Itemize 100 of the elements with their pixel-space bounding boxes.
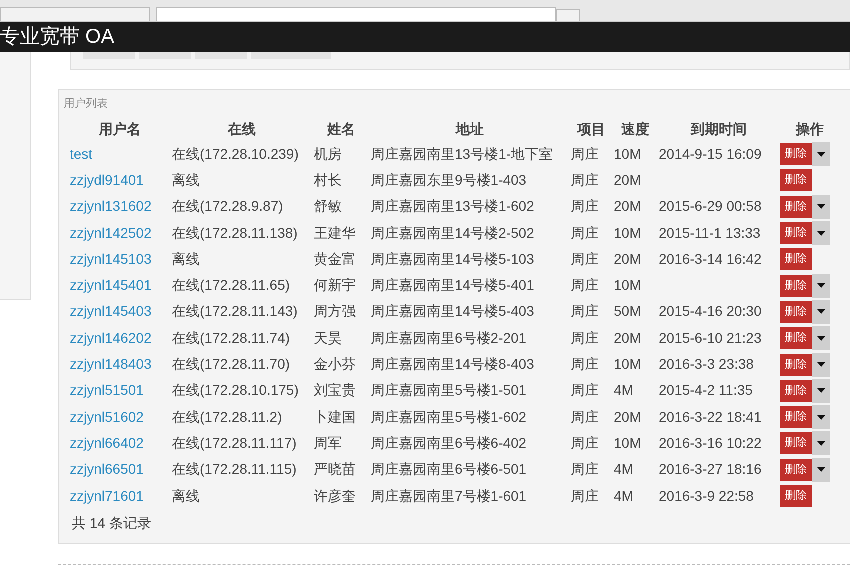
username-link[interactable]: zzjynl66402 bbox=[70, 434, 144, 451]
table-cell: 4M bbox=[614, 461, 634, 478]
table-cell: 舒敏 bbox=[314, 198, 342, 214]
caret-icon bbox=[816, 204, 826, 210]
dropdown-toggle[interactable] bbox=[812, 300, 830, 324]
dropdown-toggle[interactable] bbox=[812, 352, 830, 377]
table-cell: 机房 bbox=[314, 146, 342, 162]
username-link[interactable]: zzjynl51501 bbox=[70, 382, 144, 398]
table-cell: 在线(172.28.11.115) bbox=[172, 461, 297, 478]
dropdown-toggle[interactable] bbox=[812, 274, 830, 298]
table-cell: 周庄 bbox=[571, 330, 599, 346]
username-link[interactable]: zzjynl145401 bbox=[70, 277, 152, 294]
table-cell: 周庄 bbox=[571, 198, 599, 214]
table-cell: 周庄嘉园南里5号楼1-501 bbox=[371, 382, 527, 398]
username-link[interactable]: zzjynl71601 bbox=[70, 488, 144, 504]
table-cell: 周庄 bbox=[571, 172, 599, 188]
record-count: 共 14 条记录 bbox=[72, 515, 152, 532]
delete-button[interactable]: 删除 bbox=[780, 380, 812, 402]
table-cell: 10M bbox=[614, 146, 642, 162]
table-cell: 2016-3-27 18:16 bbox=[659, 461, 762, 478]
table-cell: 周庄 bbox=[571, 488, 599, 504]
app-title: 专业宽带 OA bbox=[0, 25, 114, 50]
username-link[interactable]: zzjynl131602 bbox=[70, 198, 152, 214]
delete-button[interactable]: 删除 bbox=[780, 354, 812, 376]
dropdown-toggle[interactable] bbox=[812, 194, 830, 219]
dropdown-toggle[interactable] bbox=[812, 142, 830, 166]
table-cell: 2016-3-16 10:22 bbox=[659, 434, 762, 451]
table-cell: 周庄嘉园南里7号楼1-601 bbox=[371, 488, 527, 504]
table-cell: 2015-6-10 21:23 bbox=[659, 330, 762, 346]
delete-button[interactable]: 删除 bbox=[780, 485, 812, 507]
username-link[interactable]: test bbox=[70, 146, 93, 162]
username-link[interactable]: zzjynl148403 bbox=[70, 356, 152, 372]
column-header: 到期时间 bbox=[691, 120, 747, 139]
dropdown-toggle[interactable] bbox=[812, 326, 830, 350]
table-cell: 10M bbox=[614, 277, 642, 294]
table-cell: 10M bbox=[614, 356, 642, 372]
caret-icon bbox=[816, 230, 826, 236]
table-cell: 20M bbox=[614, 330, 642, 346]
table-cell: 周庄嘉园南里6号楼2-201 bbox=[371, 330, 527, 346]
table-cell: 离线 bbox=[172, 172, 200, 188]
column-header: 地址 bbox=[456, 120, 484, 139]
table-cell: 黄金富 bbox=[314, 250, 356, 267]
table-cell: 周庄嘉园南里14号楼5-401 bbox=[371, 277, 534, 294]
table-cell: 2015-11-1 13:33 bbox=[659, 224, 761, 241]
caret-icon bbox=[816, 309, 826, 314]
column-header: 速度 bbox=[622, 120, 650, 139]
table-cell: 村长 bbox=[314, 172, 342, 188]
table-cell: 周庄嘉园南里14号楼8-403 bbox=[371, 356, 534, 372]
table-cell: 2016-3-3 23:38 bbox=[659, 356, 754, 372]
username-link[interactable]: zzjynl51602 bbox=[70, 408, 144, 425]
caret-icon bbox=[816, 283, 826, 288]
delete-button[interactable]: 删除 bbox=[780, 248, 812, 270]
table-cell: 10M bbox=[614, 434, 642, 451]
table-cell: 50M bbox=[614, 303, 642, 320]
table-cell: 4M bbox=[614, 382, 634, 398]
table-cell: 王建华 bbox=[314, 224, 356, 241]
table-cell: 2015-4-16 20:30 bbox=[659, 303, 762, 320]
table-cell: 周庄嘉园南里13号楼1-地下室 bbox=[371, 146, 554, 162]
column-header: 姓名 bbox=[328, 120, 356, 139]
table-cell: 何新宇 bbox=[314, 277, 356, 294]
delete-button[interactable]: 删除 bbox=[780, 432, 812, 454]
caret-icon bbox=[816, 414, 826, 420]
delete-button[interactable]: 删除 bbox=[780, 458, 812, 481]
delete-button[interactable]: 删除 bbox=[780, 327, 812, 350]
table-cell: 金小芬 bbox=[314, 356, 356, 372]
username-link[interactable]: zzjynl142502 bbox=[70, 224, 152, 241]
username-link[interactable]: zzjynl145403 bbox=[70, 303, 152, 320]
delete-button[interactable]: 删除 bbox=[780, 169, 812, 192]
dropdown-toggle[interactable] bbox=[812, 221, 830, 246]
table-cell: 周庄嘉园南里6号楼6-402 bbox=[371, 434, 527, 451]
dropdown-toggle[interactable] bbox=[812, 405, 830, 430]
username-link[interactable]: zzjydl91401 bbox=[70, 172, 144, 188]
username-link[interactable]: zzjynl146202 bbox=[70, 330, 152, 346]
table-cell: 周庄 bbox=[571, 303, 599, 320]
dropdown-toggle[interactable] bbox=[812, 458, 830, 482]
delete-button[interactable]: 删除 bbox=[780, 300, 812, 323]
delete-button[interactable]: 删除 bbox=[780, 222, 812, 244]
table-cell: 周庄嘉园南里6号楼6-501 bbox=[371, 461, 527, 478]
delete-button[interactable]: 删除 bbox=[780, 274, 812, 297]
delete-button[interactable]: 删除 bbox=[780, 196, 812, 218]
delete-button[interactable]: 删除 bbox=[780, 143, 812, 166]
dropdown-toggle[interactable] bbox=[812, 378, 830, 403]
table-cell: 周庄嘉园南里5号楼1-602 bbox=[371, 408, 527, 425]
table-cell: 在线(172.28.11.70) bbox=[172, 356, 290, 372]
username-link[interactable]: zzjynl145103 bbox=[70, 250, 152, 267]
panel-title: 用户列表 bbox=[64, 97, 108, 111]
table-cell: 周庄嘉园东里9号楼1-403 bbox=[371, 172, 527, 188]
table-cell: 20M bbox=[614, 408, 642, 425]
table-cell: 周庄嘉园南里13号楼1-602 bbox=[371, 198, 534, 214]
table-cell: 在线(172.28.11.2) bbox=[172, 408, 282, 425]
dropdown-toggle[interactable] bbox=[812, 431, 830, 456]
username-link[interactable]: zzjynl66501 bbox=[70, 461, 144, 478]
table-cell: 许彦奎 bbox=[314, 488, 356, 504]
table-cell: 在线(172.28.11.117) bbox=[172, 434, 297, 451]
table-cell: 周庄 bbox=[571, 277, 599, 294]
table-cell: 4M bbox=[614, 488, 634, 504]
table-cell: 周庄 bbox=[571, 146, 599, 162]
column-header: 项目 bbox=[578, 120, 606, 139]
caret-icon bbox=[816, 362, 826, 368]
delete-button[interactable]: 删除 bbox=[780, 406, 812, 428]
